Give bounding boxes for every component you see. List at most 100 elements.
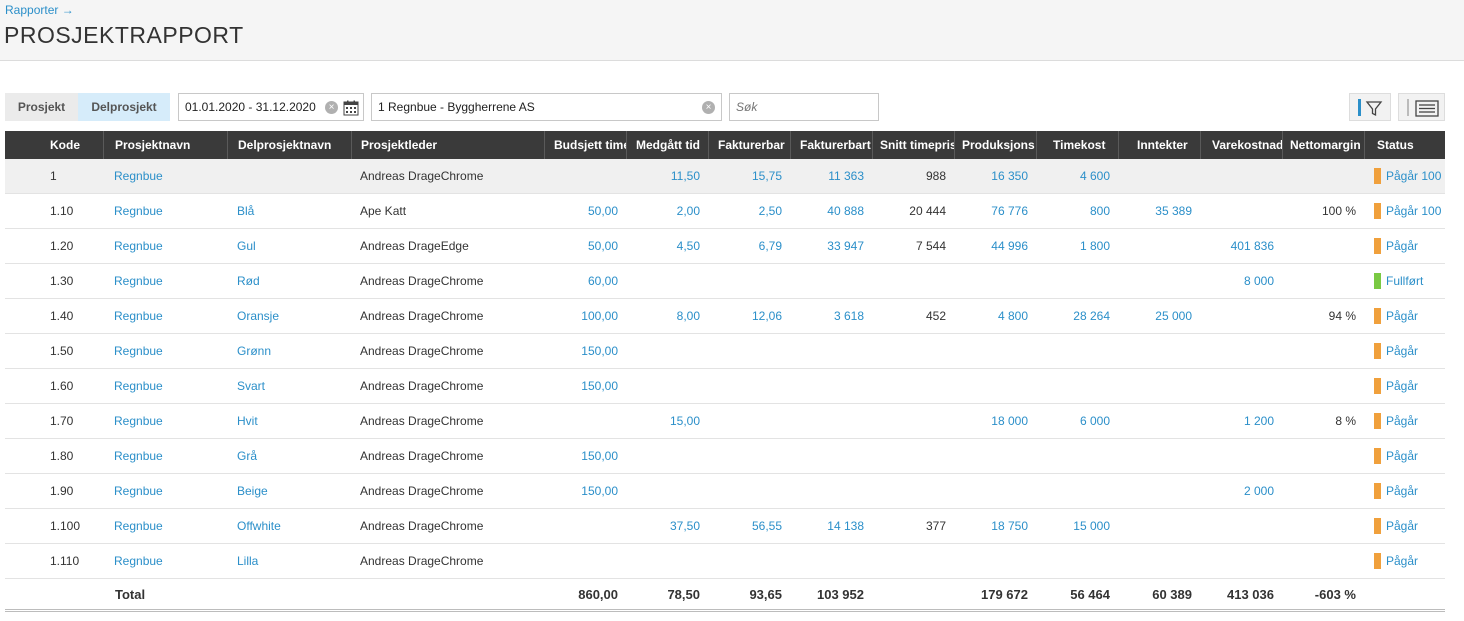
delprosjektnavn-cell[interactable]: Oransje [227,299,351,333]
timekost-cell[interactable] [1036,544,1118,578]
produksjon-cell[interactable]: 44 996 [954,229,1036,263]
table-row[interactable]: 1.70 Regnbue Hvit Andreas DrageChrome 15,00 1… [5,404,1445,439]
varekostnad-cell[interactable] [1200,439,1282,473]
inntekter-cell[interactable] [1118,334,1200,368]
fakturerbar-cell[interactable] [708,369,790,403]
fakturerbar-cell[interactable]: 15,75 [708,159,790,193]
fakturerbart-cell[interactable] [790,264,872,298]
produksjon-cell[interactable]: 76 776 [954,194,1036,228]
fakturerbart-cell[interactable]: 33 947 [790,229,872,263]
calendar-icon[interactable] [343,99,359,116]
status-text[interactable]: Fullført [1386,264,1423,298]
fakturerbart-cell[interactable]: 11 363 [790,159,872,193]
inntekter-cell[interactable] [1118,264,1200,298]
varekostnad-cell[interactable] [1200,369,1282,403]
timekost-cell[interactable]: 6 000 [1036,404,1118,438]
medgatt-cell[interactable]: 15,00 [626,404,708,438]
delprosjektnavn-cell[interactable]: Gul [227,229,351,263]
search-input[interactable] [729,93,879,121]
produksjon-cell[interactable] [954,264,1036,298]
medgatt-cell[interactable]: 37,50 [626,509,708,543]
varekostnad-cell[interactable] [1200,509,1282,543]
varekostnad-cell[interactable] [1200,334,1282,368]
status-text[interactable]: Pågår [1386,474,1418,508]
varekostnad-cell[interactable] [1200,159,1282,193]
fakturerbar-cell[interactable]: 6,79 [708,229,790,263]
header-prosjektleder[interactable]: Prosjektleder [351,131,544,159]
inntekter-cell[interactable] [1118,509,1200,543]
prosjektnavn-cell[interactable]: Regnbue [103,334,227,368]
prosjektnavn-cell[interactable]: Regnbue [103,404,227,438]
header-budsjett[interactable]: Budsjett timer [544,131,626,159]
header-nettomargin[interactable]: Nettomargin [1282,131,1364,159]
delprosjektnavn-cell[interactable]: Offwhite [227,509,351,543]
status-text[interactable]: Pågår [1386,509,1418,543]
produksjon-cell[interactable] [954,334,1036,368]
inntekter-cell[interactable] [1118,474,1200,508]
delprosjektnavn-cell[interactable]: Hvit [227,404,351,438]
prosjektnavn-cell[interactable]: Regnbue [103,544,227,578]
table-row[interactable]: 1.30 Regnbue Rød Andreas DrageChrome 60,00 8 … [5,264,1445,299]
status-text[interactable]: Pågår [1386,369,1418,403]
header-snitt[interactable]: Snitt timepris [872,131,954,159]
header-prosjektnavn[interactable]: Prosjektnavn [103,131,227,159]
delprosjektnavn-cell[interactable]: Svart [227,369,351,403]
header-inntekter[interactable]: Inntekter [1118,131,1200,159]
timekost-cell[interactable] [1036,334,1118,368]
produksjon-cell[interactable]: 16 350 [954,159,1036,193]
prosjektnavn-cell[interactable]: Regnbue [103,509,227,543]
budsjett-cell[interactable]: 150,00 [544,334,626,368]
header-timekost[interactable]: Timekost [1036,131,1118,159]
table-row[interactable]: 1.110 Regnbue Lilla Andreas DrageChrome Pågå… [5,544,1445,579]
medgatt-cell[interactable]: 8,00 [626,299,708,333]
prosjektnavn-cell[interactable]: Regnbue [103,194,227,228]
status-text[interactable]: Pågår [1386,404,1418,438]
tab-delprosjekt[interactable]: Delprosjekt [78,93,170,121]
budsjett-cell[interactable]: 50,00 [544,194,626,228]
status-text[interactable]: Pågår [1386,299,1418,333]
timekost-cell[interactable] [1036,474,1118,508]
prosjektnavn-cell[interactable]: Regnbue [103,299,227,333]
prosjektnavn-cell[interactable]: Regnbue [103,159,227,193]
status-text[interactable]: Pågår 100 [1386,194,1441,228]
table-row[interactable]: 1.60 Regnbue Svart Andreas DrageChrome 150,0… [5,369,1445,404]
breadcrumb-rapporter[interactable]: Rapporter → [5,3,74,17]
prosjektnavn-cell[interactable]: Regnbue [103,439,227,473]
fakturerbart-cell[interactable]: 40 888 [790,194,872,228]
filter-button[interactable] [1349,93,1391,121]
fakturerbar-cell[interactable]: 2,50 [708,194,790,228]
budsjett-cell[interactable]: 60,00 [544,264,626,298]
header-medgatt[interactable]: Medgått tid [626,131,708,159]
budsjett-cell[interactable] [544,544,626,578]
clear-project-icon[interactable]: × [702,101,715,114]
timekost-cell[interactable] [1036,369,1118,403]
budsjett-cell[interactable]: 100,00 [544,299,626,333]
medgatt-cell[interactable] [626,264,708,298]
fakturerbart-cell[interactable] [790,334,872,368]
produksjon-cell[interactable] [954,544,1036,578]
medgatt-cell[interactable]: 4,50 [626,229,708,263]
medgatt-cell[interactable] [626,439,708,473]
produksjon-cell[interactable] [954,439,1036,473]
budsjett-cell[interactable] [544,509,626,543]
header-fakturerbart[interactable]: Fakturerbart [790,131,872,159]
prosjektnavn-cell[interactable]: Regnbue [103,369,227,403]
timekost-cell[interactable]: 4 600 [1036,159,1118,193]
medgatt-cell[interactable]: 11,50 [626,159,708,193]
header-fakturerbar[interactable]: Fakturerbar [708,131,790,159]
delprosjektnavn-cell[interactable] [227,159,351,193]
varekostnad-cell[interactable] [1200,299,1282,333]
fakturerbar-cell[interactable]: 56,55 [708,509,790,543]
project-select[interactable]: 1 Regnbue - Byggherrene AS × [371,93,722,121]
medgatt-cell[interactable] [626,369,708,403]
timekost-cell[interactable]: 15 000 [1036,509,1118,543]
timekost-cell[interactable]: 800 [1036,194,1118,228]
produksjon-cell[interactable]: 4 800 [954,299,1036,333]
medgatt-cell[interactable]: 2,00 [626,194,708,228]
inntekter-cell[interactable] [1118,159,1200,193]
varekostnad-cell[interactable]: 8 000 [1200,264,1282,298]
produksjon-cell[interactable] [954,474,1036,508]
inntekter-cell[interactable] [1118,229,1200,263]
inntekter-cell[interactable] [1118,369,1200,403]
fakturerbar-cell[interactable] [708,474,790,508]
